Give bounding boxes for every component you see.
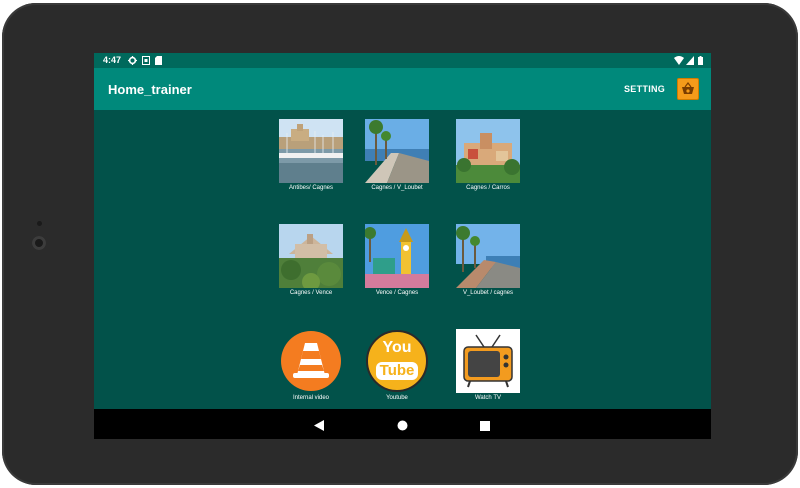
screen: 4:47 Home_trainer SETTING Antibes/ Cagne… — [94, 53, 711, 439]
retro-tv-icon — [456, 329, 520, 393]
wifi-icon — [674, 56, 684, 65]
tile-label: Youtube — [386, 395, 408, 401]
tile-cagnes-carros[interactable]: Cagnes / Carros — [455, 119, 521, 191]
youtube-logo-tube: Tube — [379, 362, 415, 379]
clock-tower-thumbnail — [365, 224, 429, 288]
recents-icon[interactable] — [480, 418, 490, 436]
home-icon[interactable] — [397, 418, 408, 436]
content-grid: Antibes/ Cagnes Cagnes / V_Loubet Cagnes… — [94, 110, 711, 409]
status-time: 4:47 — [103, 55, 122, 65]
village-thumbnail — [456, 119, 520, 183]
youtube-logo-you: You — [382, 339, 412, 356]
front-sensor — [37, 221, 42, 226]
app-title: Home_trainer — [108, 82, 192, 97]
youtube-logo-icon: You Tube — [365, 329, 429, 393]
tile-antibes-cagnes[interactable]: Antibes/ Cagnes — [278, 119, 344, 191]
battery-icon — [698, 56, 703, 65]
front-camera — [32, 236, 46, 250]
tile-vloubet-cagnes[interactable]: V_Loubet / cagnes — [455, 224, 521, 296]
back-icon[interactable] — [314, 418, 324, 436]
tile-label: Antibes/ Cagnes — [288, 185, 334, 191]
tile-cagnes-vence[interactable]: Cagnes / Vence — [278, 224, 344, 296]
tablet-frame: 4:47 Home_trainer SETTING Antibes/ Cagne… — [2, 3, 798, 485]
hilltop-village-thumbnail — [279, 224, 343, 288]
app-bar: Home_trainer SETTING — [94, 68, 711, 110]
tile-label: Cagnes / Vence — [289, 290, 333, 296]
harbor-thumbnail — [279, 119, 343, 183]
tile-label: Cagnes / Carros — [466, 185, 510, 191]
tile-label: Internal video — [292, 395, 330, 401]
navigation-bar — [94, 409, 711, 439]
sd-card-icon — [155, 56, 162, 65]
seaside-road-thumbnail — [456, 224, 520, 288]
status-bar: 4:47 — [94, 53, 711, 68]
setting-basket-icon[interactable] — [677, 78, 699, 100]
tile-cagnes-vloubet[interactable]: Cagnes / V_Loubet — [364, 119, 430, 191]
tile-label: Cagnes / V_Loubet — [371, 185, 423, 191]
setting-button[interactable]: SETTING — [624, 84, 665, 94]
signal-icon — [686, 56, 694, 65]
promenade-thumbnail — [365, 119, 429, 183]
tile-label: Watch TV — [474, 395, 501, 401]
tile-internal-video[interactable]: Internal video — [278, 329, 344, 401]
tile-label: Vence / Cagnes — [375, 290, 419, 296]
tile-vence-cagnes[interactable]: Vence / Cagnes — [364, 224, 430, 296]
tile-watch-tv[interactable]: Watch TV — [455, 329, 521, 401]
tile-youtube[interactable]: You Tube Youtube — [364, 329, 430, 401]
notification-icon — [142, 56, 150, 65]
gear-icon — [128, 56, 137, 65]
vlc-cone-icon — [279, 329, 343, 393]
tile-label: V_Loubet / cagnes — [462, 290, 514, 296]
